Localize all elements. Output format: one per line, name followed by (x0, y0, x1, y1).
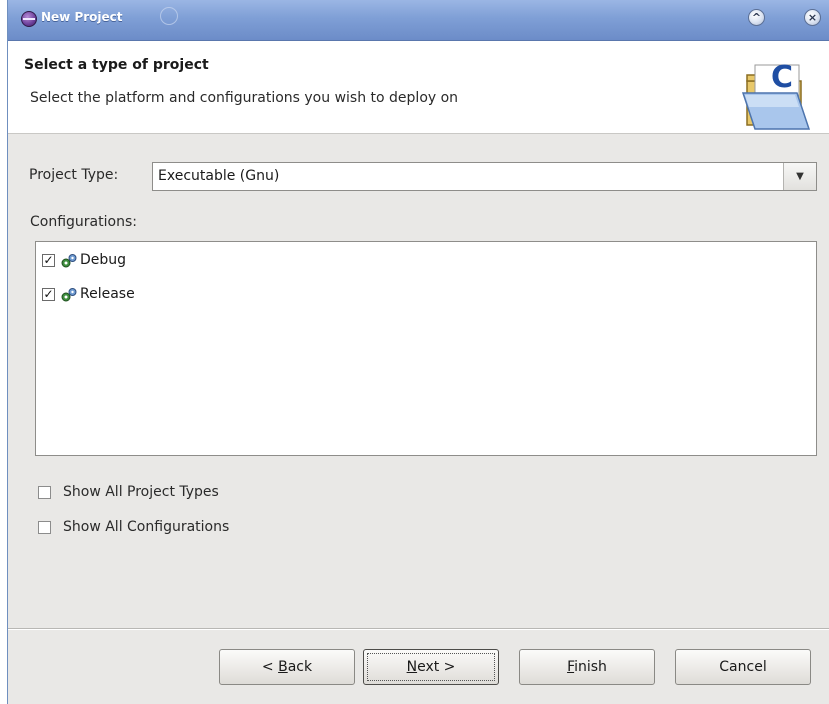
config-item-label: Debug (80, 252, 127, 268)
close-icon: × (807, 11, 818, 24)
release-checkbox[interactable]: ✓ (42, 288, 55, 301)
eclipse-icon (21, 11, 37, 27)
new-project-dialog: New Project ^ × Select a type of project… (7, 0, 829, 704)
configurations-label: Configurations: (30, 214, 137, 230)
show-all-configurations-checkbox[interactable] (38, 521, 51, 534)
show-all-project-types-checkbox[interactable] (38, 486, 51, 499)
gears-icon (61, 288, 77, 302)
wizard-header: Select a type of project Select the plat… (8, 41, 829, 134)
footer-divider (8, 628, 829, 630)
config-item-label: Release (80, 286, 135, 302)
page-description: Select the platform and configurations y… (30, 90, 459, 106)
project-type-value: Executable (Gnu) (158, 168, 280, 184)
c-project-folder-icon: C (741, 60, 811, 130)
back-button[interactable]: < Back (219, 649, 355, 685)
shade-icon[interactable] (160, 7, 178, 25)
maximize-button[interactable]: ^ (748, 9, 765, 26)
page-title: Select a type of project (24, 57, 209, 73)
cancel-button[interactable]: Cancel (675, 649, 811, 685)
finish-button[interactable]: Finish (519, 649, 655, 685)
chevron-down-icon: ▼ (796, 171, 804, 182)
debug-checkbox[interactable]: ✓ (42, 254, 55, 267)
svg-text:C: C (771, 60, 793, 95)
show-all-project-types-label: Show All Project Types (63, 484, 219, 500)
title-bar[interactable]: New Project ^ × (8, 0, 829, 41)
show-all-configurations-label: Show All Configurations (63, 519, 230, 535)
dropdown-button[interactable]: ▼ (783, 163, 816, 190)
project-type-select[interactable]: Executable (Gnu) ▼ (152, 162, 817, 191)
close-button[interactable]: × (804, 9, 821, 26)
gears-icon (61, 254, 77, 268)
chevron-up-icon: ^ (751, 11, 762, 24)
window-title: New Project (41, 10, 123, 24)
configurations-list[interactable]: ✓ Debug ✓ Release (35, 241, 817, 456)
next-button[interactable]: Next > (363, 649, 499, 685)
project-type-label: Project Type: (29, 167, 119, 183)
